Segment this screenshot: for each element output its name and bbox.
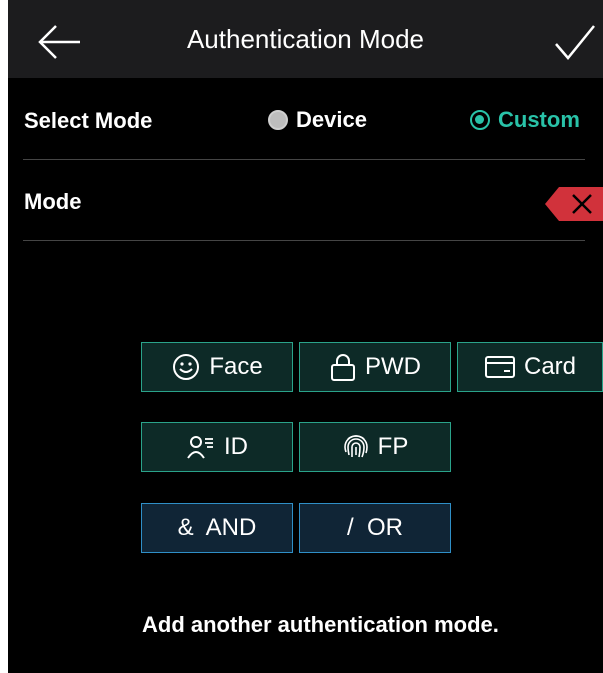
radio-device-label: Device: [296, 107, 367, 132]
divider: [23, 240, 585, 241]
backspace-icon: [545, 187, 603, 221]
id-button[interactable]: ID: [141, 422, 293, 472]
face-label: Face: [209, 353, 263, 380]
fingerprint-icon: [343, 435, 368, 458]
fp-label: FP: [377, 433, 409, 460]
card-icon: [484, 356, 515, 378]
smiley-face-icon: [173, 354, 200, 380]
id-label: ID: [224, 433, 248, 460]
fp-button[interactable]: FP: [299, 422, 451, 472]
card-button[interactable]: Card: [457, 342, 603, 392]
person-id-icon: [187, 436, 213, 459]
page-title: Authentication Mode: [186, 24, 425, 54]
select-mode-label: Select Mode: [24, 108, 153, 133]
lock-icon: [331, 354, 355, 381]
pwd-label: PWD: [365, 353, 421, 380]
radio-device[interactable]: Device: [268, 107, 367, 133]
mode-label: Mode: [24, 189, 82, 214]
confirm-button[interactable]: [548, 18, 600, 66]
radio-circle-icon: [268, 110, 288, 130]
face-button[interactable]: Face: [141, 342, 293, 392]
card-label: Card: [523, 353, 577, 380]
radio-selected-icon: [470, 110, 490, 130]
auth-mode-screen: Authentication Mode Select Mode Device C…: [8, 0, 603, 673]
divider: [23, 159, 585, 160]
header-bar: Authentication Mode: [8, 0, 603, 78]
delete-button[interactable]: [545, 187, 603, 221]
and-button[interactable]: & AND: [141, 503, 293, 553]
or-button[interactable]: / OR: [299, 503, 451, 553]
hint-text: Add another authentication mode.: [142, 612, 499, 637]
check-icon: [555, 25, 595, 60]
radio-custom[interactable]: Custom: [470, 107, 580, 133]
pwd-button[interactable]: PWD: [299, 342, 451, 392]
radio-custom-label: Custom: [498, 107, 580, 132]
